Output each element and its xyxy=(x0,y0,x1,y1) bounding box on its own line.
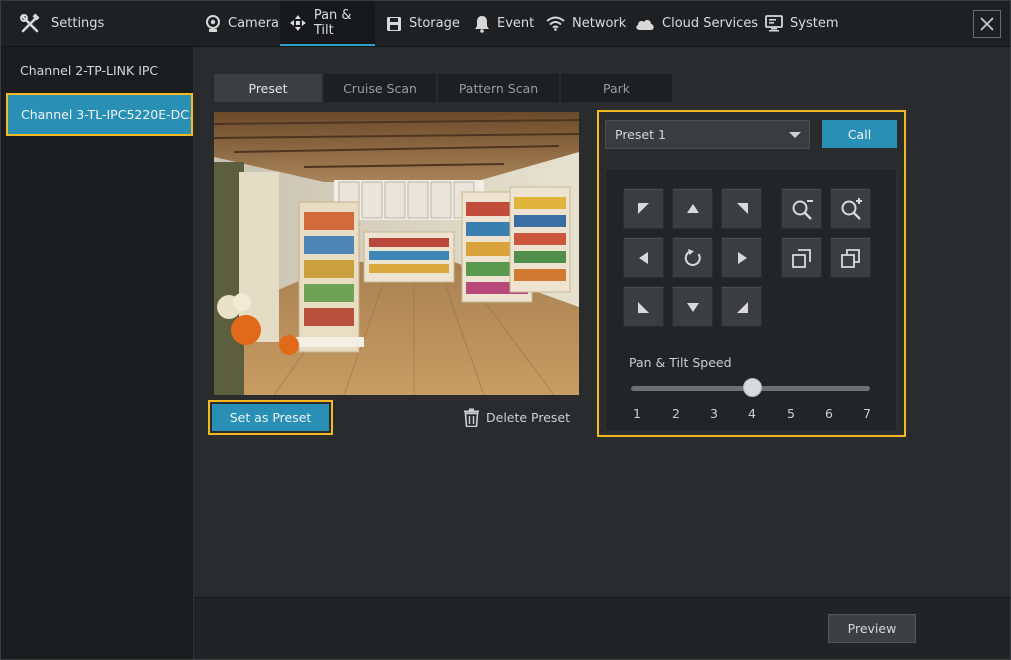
chevron-down-icon xyxy=(789,132,801,138)
camera-preview-image xyxy=(214,112,579,395)
save-icon xyxy=(387,16,401,31)
tab-cloud-services-label: Cloud Services xyxy=(662,16,759,31)
tab-pan-tilt-label: Pan & Tilt xyxy=(313,7,352,38)
speed-label: Pan & Tilt Speed xyxy=(629,355,732,370)
tab-park[interactable]: Park xyxy=(561,74,672,102)
call-button[interactable]: Call xyxy=(822,120,897,148)
pan-up-right-button[interactable] xyxy=(721,188,762,229)
tab-system[interactable]: System xyxy=(765,1,838,46)
speed-tick: 4 xyxy=(748,406,756,421)
arrow-up-left-icon xyxy=(637,202,649,214)
set-as-preset-button[interactable]: Set as Preset xyxy=(212,404,329,431)
tab-storage-label: Storage xyxy=(409,16,460,31)
settings-title: Settings xyxy=(51,16,105,31)
sidebar-item-channel-3[interactable]: Channel 3-TL-IPC5220E-DC... xyxy=(6,93,193,136)
channel-sidebar: Channel 2-TP-LINK IPC Channel 3-TL-IPC52… xyxy=(1,47,194,659)
tab-event-label: Event xyxy=(497,16,535,31)
zoom-out-button[interactable] xyxy=(781,188,822,229)
tab-system-label: System xyxy=(790,16,839,31)
tab-cloud-services[interactable]: Cloud Services xyxy=(635,1,758,46)
pan-tilt-icon xyxy=(289,14,306,31)
speed-tick: 7 xyxy=(863,406,871,421)
tilt-up-button[interactable] xyxy=(672,188,713,229)
set-as-preset-label: Set as Preset xyxy=(229,410,312,425)
zoom-in-icon xyxy=(841,197,862,220)
arrow-left-icon xyxy=(638,251,648,264)
focus-near-icon xyxy=(791,248,811,268)
arrow-down-icon xyxy=(686,302,699,312)
pan-right-button[interactable] xyxy=(721,237,762,278)
preset-dropdown-value: Preset 1 xyxy=(615,127,666,142)
focus-far-button[interactable] xyxy=(830,237,871,278)
arrow-down-right-icon xyxy=(736,301,748,313)
arrow-up-icon xyxy=(686,203,699,213)
tab-preset-label: Preset xyxy=(248,80,288,96)
close-icon xyxy=(980,17,994,31)
preset-dropdown[interactable]: Preset 1 xyxy=(605,120,810,149)
tab-storage[interactable]: Storage xyxy=(386,1,460,46)
tab-camera-label: Camera xyxy=(228,16,280,31)
close-button[interactable] xyxy=(973,10,1001,38)
tab-cruise-scan[interactable]: Cruise Scan xyxy=(324,74,436,102)
focus-far-icon xyxy=(840,248,860,268)
camera-icon xyxy=(206,14,220,32)
sidebar-item-channel-2[interactable]: Channel 2-TP-LINK IPC xyxy=(1,47,194,93)
preview-button-label: Preview xyxy=(847,621,897,636)
speed-tick: 2 xyxy=(672,406,680,421)
settings-header: Settings xyxy=(19,1,104,46)
tab-network[interactable]: Network xyxy=(546,1,626,46)
delete-preset-button[interactable]: Delete Preset xyxy=(463,406,570,428)
wifi-icon xyxy=(546,16,565,31)
call-button-label: Call xyxy=(847,126,872,142)
sidebar-item-label: Channel 3-TL-IPC5220E-DC... xyxy=(21,107,193,122)
tab-event[interactable]: Event xyxy=(474,1,534,46)
arrow-down-left-icon xyxy=(637,301,649,313)
tab-camera[interactable]: Camera xyxy=(205,1,279,46)
speed-tick: 3 xyxy=(710,406,718,421)
delete-preset-label: Delete Preset xyxy=(486,409,571,425)
refresh-icon xyxy=(684,248,701,266)
zoom-in-button[interactable] xyxy=(830,188,871,229)
pan-down-right-button[interactable] xyxy=(721,286,762,327)
tilt-down-button[interactable] xyxy=(672,286,713,327)
top-navigation-bar: Settings Camera Pan & Tilt Storage Event… xyxy=(1,1,1010,47)
trash-icon xyxy=(464,408,479,427)
tab-pan-tilt[interactable]: Pan & Tilt xyxy=(280,1,375,46)
speed-tick: 1 xyxy=(633,406,641,421)
speed-tick: 5 xyxy=(787,406,795,421)
pan-down-left-button[interactable] xyxy=(623,286,664,327)
reset-position-button[interactable] xyxy=(672,237,713,278)
tab-network-label: Network xyxy=(572,16,627,31)
tab-preset[interactable]: Preset xyxy=(214,74,322,102)
settings-window: Settings Camera Pan & Tilt Storage Event… xyxy=(0,0,1011,660)
arrow-right-icon xyxy=(737,251,747,264)
preview-button[interactable]: Preview xyxy=(828,614,916,643)
zoom-out-icon xyxy=(792,199,813,220)
cloud-icon xyxy=(636,19,654,30)
speed-slider-thumb[interactable] xyxy=(742,378,762,397)
tab-pattern-scan-label: Pattern Scan xyxy=(458,80,539,96)
sidebar-item-label: Channel 2-TP-LINK IPC xyxy=(20,62,159,78)
pan-left-button[interactable] xyxy=(623,237,664,278)
set-preset-highlight: Set as Preset xyxy=(208,400,333,435)
bell-icon xyxy=(475,15,489,33)
monitor-icon xyxy=(765,15,783,32)
focus-near-button[interactable] xyxy=(781,237,822,278)
arrow-up-right-icon xyxy=(736,202,748,214)
speed-tick: 6 xyxy=(825,406,833,421)
tools-icon xyxy=(20,12,40,32)
pan-up-left-button[interactable] xyxy=(623,188,664,229)
tab-park-label: Park xyxy=(602,80,630,96)
tab-pattern-scan[interactable]: Pattern Scan xyxy=(438,74,559,102)
tab-cruise-scan-label: Cruise Scan xyxy=(343,80,417,96)
